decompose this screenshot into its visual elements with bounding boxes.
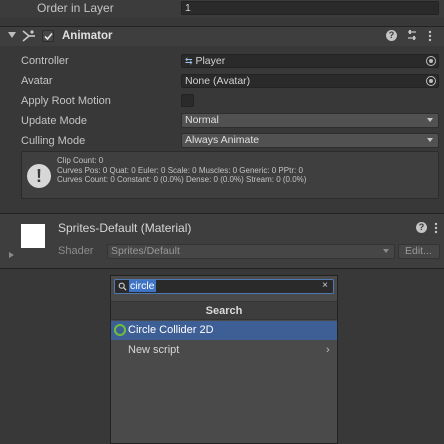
- clear-search-icon[interactable]: ×: [322, 280, 328, 292]
- animator-title: Animator: [62, 30, 113, 42]
- chevron-down-icon: [427, 118, 433, 122]
- search-input-text[interactable]: circle: [129, 280, 156, 292]
- controller-value: Player: [195, 55, 226, 67]
- animator-controller-icon: ⇆: [185, 56, 193, 66]
- order-in-layer-field[interactable]: 1: [181, 1, 439, 15]
- more-options-icon[interactable]: [434, 222, 438, 234]
- info-icon: !: [27, 164, 51, 188]
- culling-mode-value: Always Animate: [185, 134, 260, 146]
- order-in-layer-row: Order in Layer 1: [0, 0, 444, 18]
- chevron-down-icon: [427, 138, 433, 142]
- culling-mode-dropdown[interactable]: Always Animate: [181, 133, 439, 148]
- controller-label: Controller: [21, 55, 69, 67]
- update-mode-label: Update Mode: [21, 115, 88, 127]
- search-header: Search: [111, 301, 337, 320]
- list-item-circle-collider-2d[interactable]: Circle Collider 2D: [111, 321, 337, 340]
- shader-value: Sprites/Default: [111, 245, 180, 257]
- avatar-value: None (Avatar): [185, 75, 251, 87]
- animator-info-box: ! Clip Count: 0 Curves Pos: 0 Quat: 0 Eu…: [21, 151, 439, 199]
- apply-root-motion-checkbox[interactable]: [181, 94, 194, 107]
- shader-edit-button[interactable]: Edit...: [398, 244, 440, 259]
- material-name: Sprites-Default (Material): [58, 221, 192, 235]
- info-line-3: Curves Count: 0 Constant: 0 (0.0%) Dense…: [57, 175, 307, 184]
- avatar-field[interactable]: None (Avatar): [181, 74, 439, 88]
- help-icon[interactable]: ?: [416, 222, 427, 233]
- add-component-popup: circle × Search Circle Collider 2D New s…: [110, 275, 338, 444]
- list-item-label: Circle Collider 2D: [128, 324, 214, 336]
- update-mode-value: Normal: [185, 114, 219, 126]
- shader-dropdown[interactable]: Sprites/Default: [107, 244, 395, 259]
- info-line-2: Curves Pos: 0 Quat: 0 Euler: 0 Scale: 0 …: [57, 165, 303, 175]
- more-options-icon[interactable]: [428, 30, 432, 42]
- apply-root-motion-label: Apply Root Motion: [21, 95, 111, 107]
- edit-button-label: Edit...: [405, 245, 432, 257]
- info-line-1: Clip Count: 0: [57, 156, 104, 165]
- material-preview-swatch: [21, 224, 45, 248]
- culling-mode-label: Culling Mode: [21, 135, 86, 147]
- order-in-layer-label: Order in Layer: [37, 1, 114, 15]
- foldout-arrow-icon[interactable]: [8, 32, 16, 38]
- circle-collider-icon: [114, 324, 126, 336]
- search-field[interactable]: circle ×: [114, 279, 334, 294]
- preset-icon[interactable]: [406, 29, 418, 41]
- shader-label: Shader: [58, 245, 94, 257]
- animator-header[interactable]: Animator ?: [0, 27, 444, 46]
- avatar-label: Avatar: [21, 75, 53, 87]
- list-item-new-script[interactable]: New script ›: [111, 341, 337, 360]
- search-icon: [118, 282, 127, 291]
- help-icon[interactable]: ?: [386, 30, 397, 41]
- material-header: Sprites-Default (Material) ? Shader Spri…: [0, 214, 444, 268]
- object-picker-icon[interactable]: [426, 56, 436, 66]
- controller-field[interactable]: ⇆ Player: [181, 54, 439, 68]
- list-item-label: New script: [128, 344, 180, 356]
- info-text: Clip Count: 0 Curves Pos: 0 Quat: 0 Eule…: [57, 156, 306, 185]
- search-header-title: Search: [205, 305, 243, 317]
- chevron-down-icon: [383, 249, 389, 253]
- animator-component-icon: [21, 29, 37, 43]
- update-mode-dropdown[interactable]: Normal: [181, 113, 439, 128]
- material-foldout-icon[interactable]: [9, 252, 14, 258]
- chevron-right-icon: ›: [326, 344, 330, 356]
- object-picker-icon[interactable]: [426, 76, 436, 86]
- enabled-checkbox[interactable]: [42, 30, 54, 42]
